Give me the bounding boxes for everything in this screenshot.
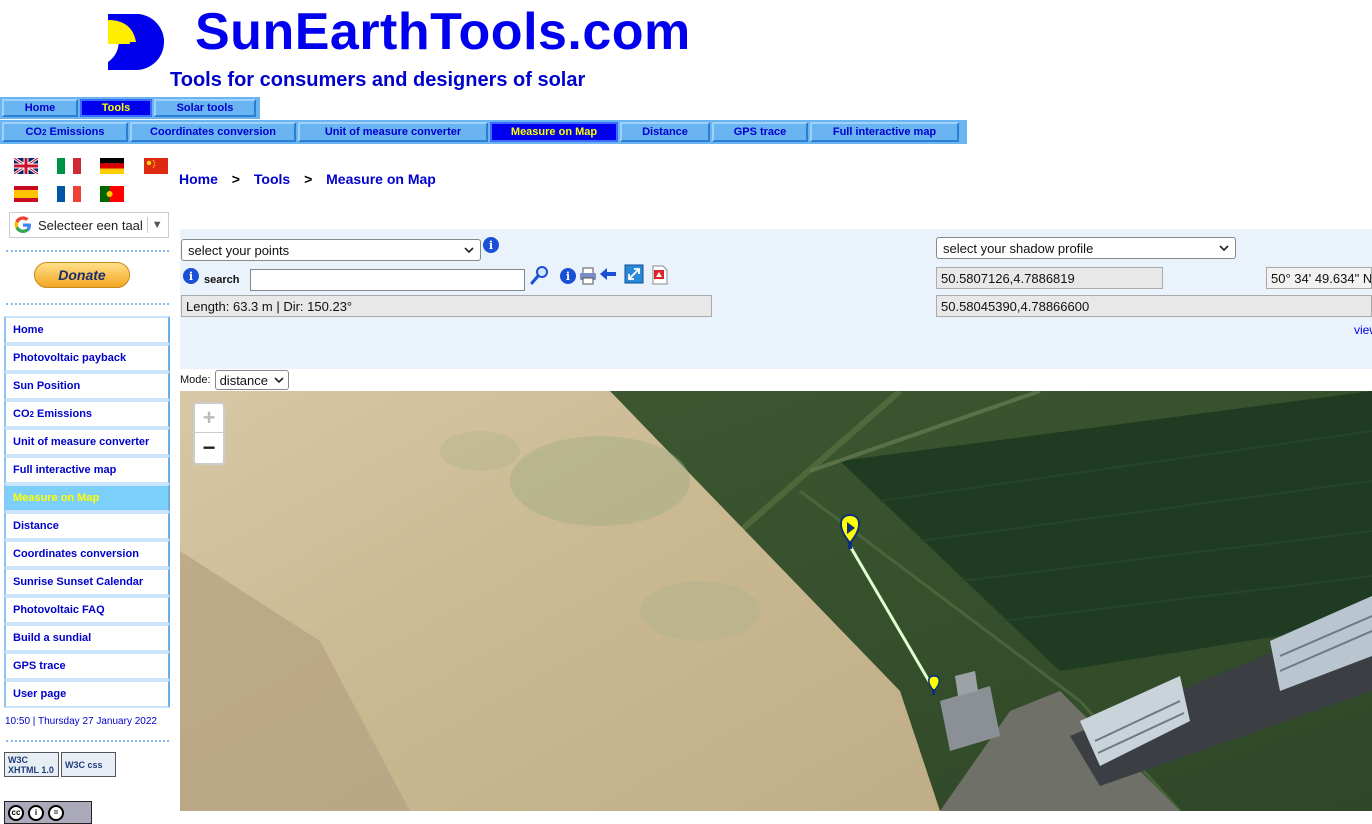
sidebar-item-sun-position[interactable]: Sun Position	[4, 372, 170, 400]
flag-spain-icon[interactable]	[14, 186, 38, 202]
zoom-control: + −	[193, 402, 225, 465]
points-select-value: select your points	[188, 242, 290, 258]
coordinate-dms-field[interactable]: 50° 34' 49.634" N	[1266, 267, 1372, 289]
cc-by-icon: i	[28, 804, 44, 821]
mode-bar: Mode: distance	[180, 369, 1372, 391]
mode-select-value: distance	[219, 372, 268, 388]
flag-italy-icon[interactable]	[57, 158, 81, 174]
nav-tab-unit-converter[interactable]: Unit of measure converter	[298, 122, 488, 142]
pdf-export-icon[interactable]	[650, 265, 670, 285]
language-select-label: Selecteer een taal	[38, 217, 143, 233]
creative-commons-badge[interactable]: cc i =	[4, 801, 92, 824]
coordinate-decimal-field[interactable]: 50.5807126,4.7886819	[936, 267, 1163, 289]
fullscreen-icon[interactable]	[624, 264, 644, 284]
satellite-imagery	[180, 391, 1372, 811]
sidebar-item-home[interactable]: Home	[4, 316, 170, 344]
page: SunEarthTools.com Tools for consumers an…	[0, 0, 1372, 824]
secondary-nav: CO 2 Emissions Coordinates conversion Uni…	[0, 120, 967, 144]
flag-china-icon[interactable]	[144, 158, 168, 174]
points-info-icon[interactable]: i	[483, 237, 499, 253]
satellite-map[interactable]: + −	[180, 391, 1372, 811]
breadcrumb-separator: >	[304, 171, 313, 187]
nav-co2-tail: Emissions	[46, 126, 105, 138]
mode-label: Mode:	[180, 374, 211, 386]
search-info-icon[interactable]: i	[183, 268, 199, 284]
nav-tab-measure-on-map[interactable]: Measure on Map	[490, 122, 618, 142]
w3c-xhtml-badge[interactable]: W3C XHTML 1.0	[4, 752, 59, 777]
sidebar-divider	[6, 740, 169, 742]
view-link[interactable]: view	[1354, 323, 1372, 337]
breadcrumb-separator: >	[231, 171, 240, 187]
print-icon[interactable]	[578, 266, 598, 286]
nav-tab-solar-tools[interactable]: Solar tools	[154, 99, 256, 117]
search-icon[interactable]	[530, 265, 550, 285]
nav-co2-label: CO	[25, 126, 42, 138]
flag-portugal-icon[interactable]	[100, 186, 124, 202]
sidebar-item-photovoltaic-faq[interactable]: Photovoltaic FAQ	[4, 596, 170, 624]
sidebar-menu: Home Photovoltaic payback Sun Position C…	[4, 316, 170, 708]
flag-france-icon[interactable]	[57, 186, 81, 202]
nav-tab-home[interactable]: Home	[2, 99, 78, 117]
chevron-down-icon	[274, 377, 284, 383]
nav-tab-coordinates-conversion[interactable]: Coordinates conversion	[130, 122, 296, 142]
donate-button[interactable]: Donate	[34, 262, 130, 288]
language-select[interactable]: Selecteer een taal ▼	[9, 212, 169, 238]
zoom-out-button[interactable]: −	[195, 433, 223, 462]
sidebar-item-build-a-sundial[interactable]: Build a sundial	[4, 624, 170, 652]
breadcrumb-measure-on-map[interactable]: Measure on Map	[326, 171, 436, 187]
sidebar-item-coordinates-conversion[interactable]: Coordinates conversion	[4, 540, 170, 568]
sidebar-item-distance[interactable]: Distance	[4, 512, 170, 540]
site-tagline: Tools for consumers and designers of sol…	[170, 69, 586, 91]
cc-icon: cc	[8, 804, 24, 821]
sidebar-divider	[6, 303, 169, 305]
search-input[interactable]	[250, 269, 525, 291]
undo-arrow-icon[interactable]	[598, 264, 618, 284]
nav-tab-distance[interactable]: Distance	[620, 122, 710, 142]
length-direction-readout: Length: 63.3 m | Dir: 150.23°	[181, 295, 712, 317]
cc-nc-icon: =	[48, 804, 64, 821]
breadcrumb-tools[interactable]: Tools	[254, 171, 290, 187]
coordinate-precise-field[interactable]: 50.58045390,4.78866600	[936, 295, 1372, 317]
points-select[interactable]: select your points	[181, 239, 481, 261]
google-g-icon	[14, 216, 31, 233]
nav-tab-co2-emissions[interactable]: CO 2 Emissions	[2, 122, 128, 142]
sidebar-item-gps-trace[interactable]: GPS trace	[4, 652, 170, 680]
current-datetime: 10:50 | Thursday 27 January 2022	[5, 716, 157, 727]
sidebar-item-photovoltaic-payback[interactable]: Photovoltaic payback	[4, 344, 170, 372]
breadcrumb-home[interactable]: Home	[179, 171, 218, 187]
sidebar-item-co2-emissions[interactable]: CO 2 Emissions	[4, 400, 170, 428]
flag-germany-icon[interactable]	[100, 158, 124, 174]
shadow-profile-select-value: select your shadow profile	[943, 240, 1094, 256]
language-select-divider	[146, 217, 148, 233]
chevron-down-icon	[1219, 245, 1229, 251]
sidebar-item-measure-on-map[interactable]: Measure on Map	[4, 484, 170, 512]
breadcrumb: Home > Tools > Measure on Map	[179, 171, 436, 187]
sidebar-item-full-interactive-map[interactable]: Full interactive map	[4, 456, 170, 484]
sidebar-item-sunrise-sunset-calendar[interactable]: Sunrise Sunset Calendar	[4, 568, 170, 596]
sunearthtools-logo-icon	[108, 14, 164, 70]
primary-nav: Home Tools Solar tools	[0, 97, 260, 119]
flag-uk-icon[interactable]	[14, 158, 38, 174]
sidebar-co2-tail: Emissions	[33, 408, 93, 420]
sidebar-item-user-page[interactable]: User page	[4, 680, 170, 708]
sidebar-divider	[6, 250, 169, 252]
nav-tab-gps-trace[interactable]: GPS trace	[712, 122, 808, 142]
nav-tab-full-interactive-map[interactable]: Full interactive map	[810, 122, 959, 142]
zoom-in-button[interactable]: +	[195, 404, 223, 433]
search-label: search	[204, 274, 240, 286]
chevron-down-icon: ▼	[151, 219, 163, 231]
tool-info-icon[interactable]: i	[560, 268, 576, 284]
nav-tab-tools[interactable]: Tools	[80, 99, 152, 117]
site-brand[interactable]: SunEarthTools.com	[195, 2, 691, 62]
chevron-down-icon	[464, 247, 474, 253]
w3c-css-badge[interactable]: W3C css	[61, 752, 116, 777]
sidebar-item-unit-converter[interactable]: Unit of measure converter	[4, 428, 170, 456]
sidebar-co2-label: CO	[13, 408, 30, 420]
shadow-profile-select[interactable]: select your shadow profile	[936, 237, 1236, 259]
mode-select[interactable]: distance	[214, 370, 289, 390]
